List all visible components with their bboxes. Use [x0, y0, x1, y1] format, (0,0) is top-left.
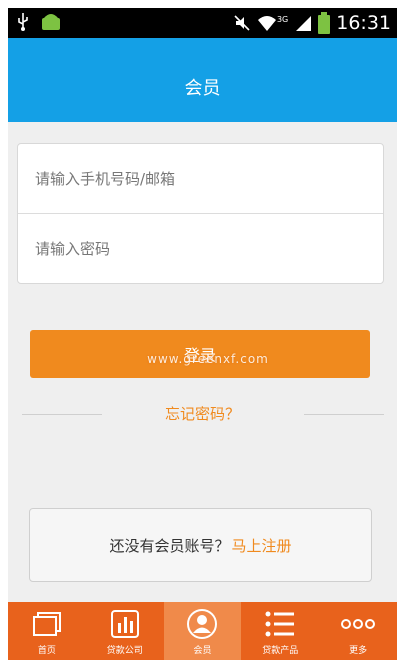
page-title: 会员	[184, 78, 221, 99]
tab-label: 贷款公司	[106, 646, 143, 656]
bottom-tab-bar: 首页 贷款公司 会员 贷款产品 更多	[8, 602, 397, 660]
home-cards-icon	[32, 612, 61, 636]
tab-member[interactable]: 会员	[163, 602, 242, 660]
tab-label: 首页	[37, 646, 56, 656]
tab-label: 会员	[193, 646, 212, 656]
tab-more[interactable]: 更多	[319, 602, 397, 660]
clock: 16:31	[336, 12, 391, 34]
phone-screen: 3G 16:31 会员 登录 www.greenxf.com 忘记密码	[8, 8, 397, 660]
watermark-text: www.greenxf.com	[147, 352, 269, 366]
mute-icon	[234, 15, 250, 31]
user-icon	[187, 609, 218, 639]
password-row	[18, 214, 383, 283]
usb-icon	[18, 13, 28, 31]
register-link[interactable]: 马上注册	[232, 535, 292, 556]
password-input[interactable]	[33, 238, 367, 259]
signal-icon	[296, 16, 312, 31]
tab-loan-products[interactable]: 贷款产品	[241, 602, 319, 660]
android-icon	[42, 14, 60, 30]
tab-loan-companies[interactable]: 贷款公司	[86, 602, 164, 660]
list-icon	[265, 611, 295, 637]
login-form	[17, 143, 384, 284]
bar-chart-icon	[110, 610, 139, 638]
account-row	[18, 144, 383, 213]
account-input[interactable]	[33, 168, 367, 189]
watermark: www.greenxf.com	[118, 316, 298, 366]
forgot-password-section: 忘记密码？	[8, 403, 397, 427]
register-question: 还没有会员账号？	[109, 536, 230, 555]
forgot-password-link[interactable]: 忘记密码？	[8, 403, 397, 424]
register-box: 还没有会员账号？ 马上注册	[29, 508, 372, 582]
battery-icon	[318, 12, 331, 34]
tab-home[interactable]: 首页	[8, 602, 86, 660]
app-header: 会员	[8, 38, 397, 122]
status-bar: 3G 16:31	[8, 8, 397, 38]
wifi-icon	[257, 16, 276, 31]
more-dots-icon	[341, 619, 376, 629]
tab-label: 更多	[349, 646, 368, 656]
tab-label: 贷款产品	[262, 646, 299, 656]
network-type: 3G	[276, 14, 289, 24]
